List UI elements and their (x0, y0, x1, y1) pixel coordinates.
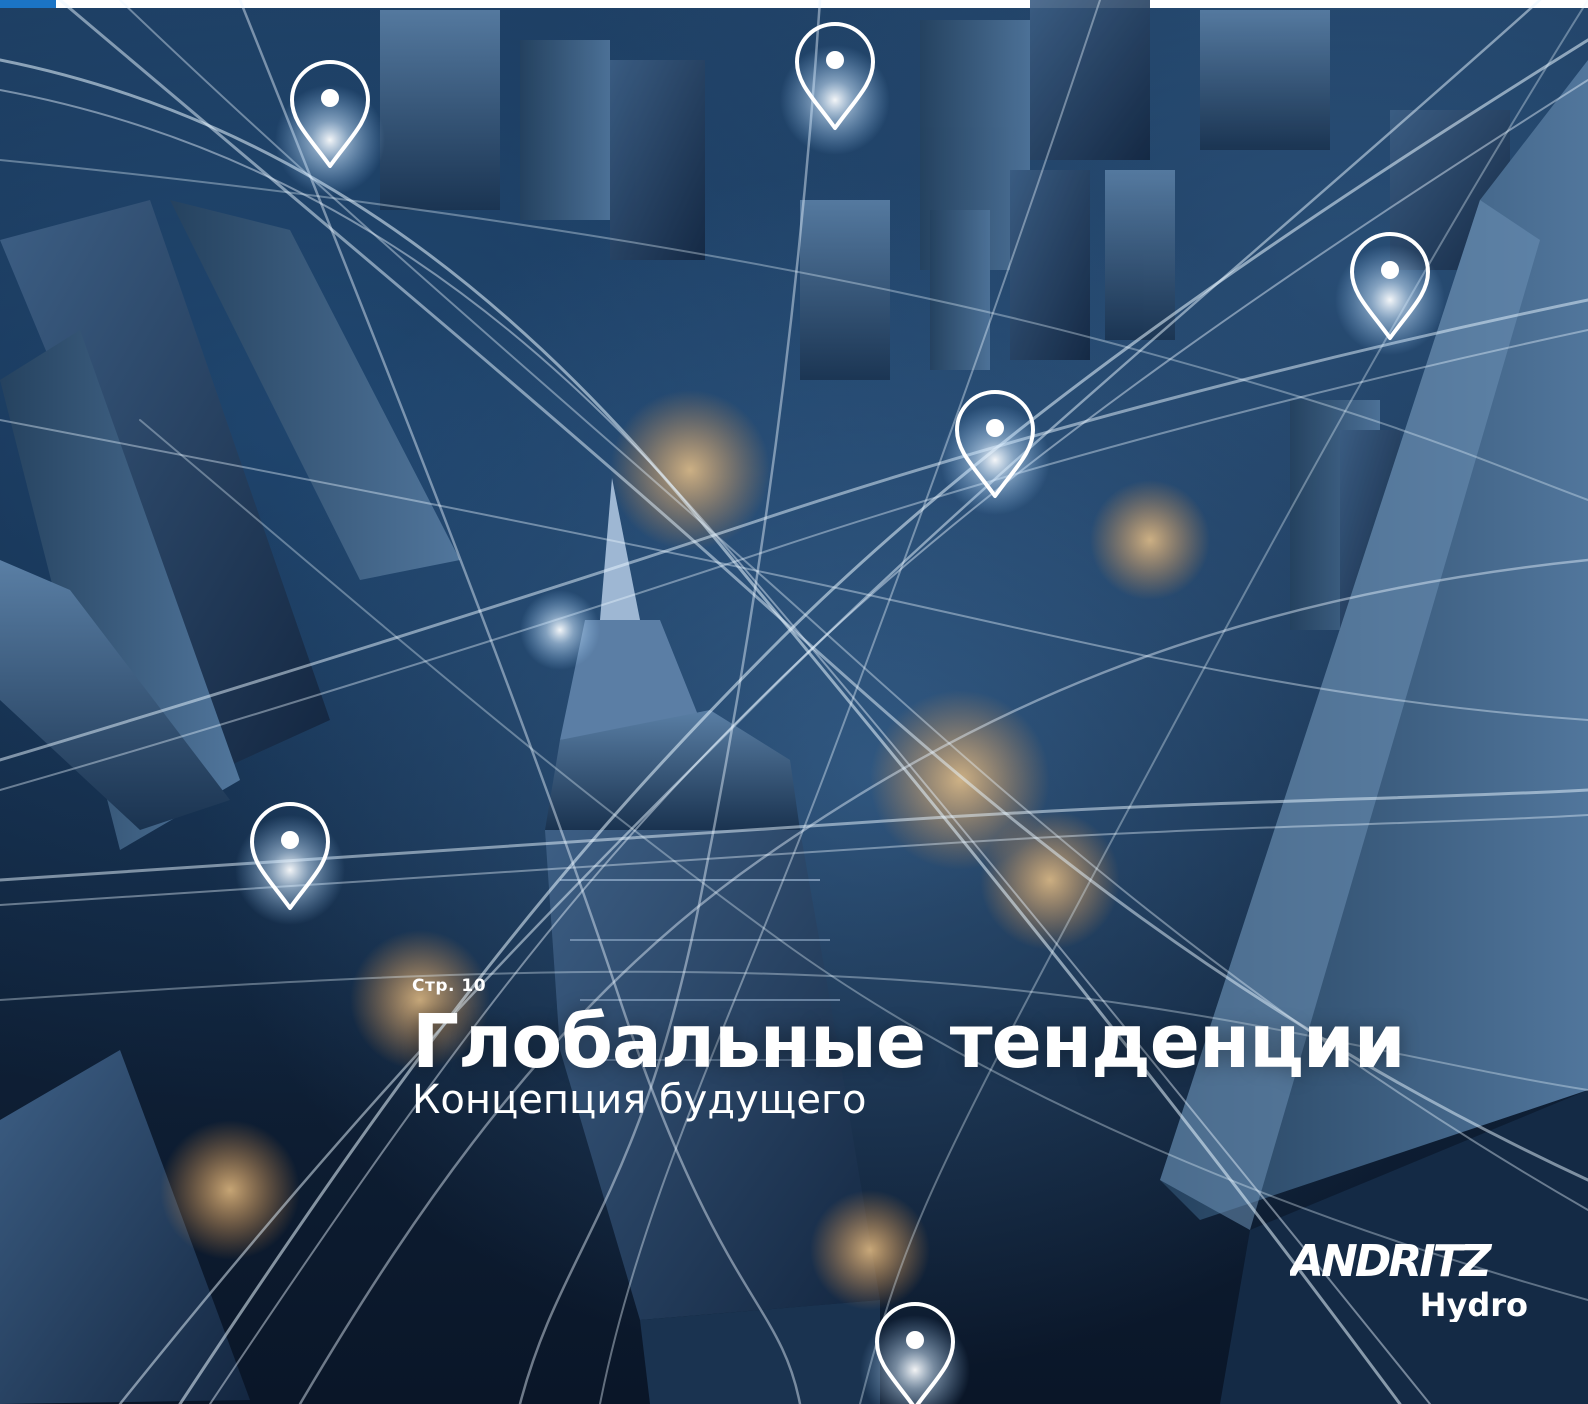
logo-word: ANDRITZ (1290, 1236, 1493, 1287)
page-reference[interactable]: Стр. 10 (412, 976, 1405, 996)
city-illustration (0, 0, 1588, 1404)
logo-sub: Hydro (1420, 1286, 1528, 1322)
cover-page: Стр. 10 Глобальные тенденции Концепция б… (0, 0, 1588, 1404)
andritz-hydro-logo: ANDRITZ Hydro (1290, 1236, 1528, 1322)
cover-text-block: Стр. 10 Глобальные тенденции Концепция б… (412, 976, 1406, 1122)
cover-title: Глобальные тенденции (412, 999, 1406, 1085)
